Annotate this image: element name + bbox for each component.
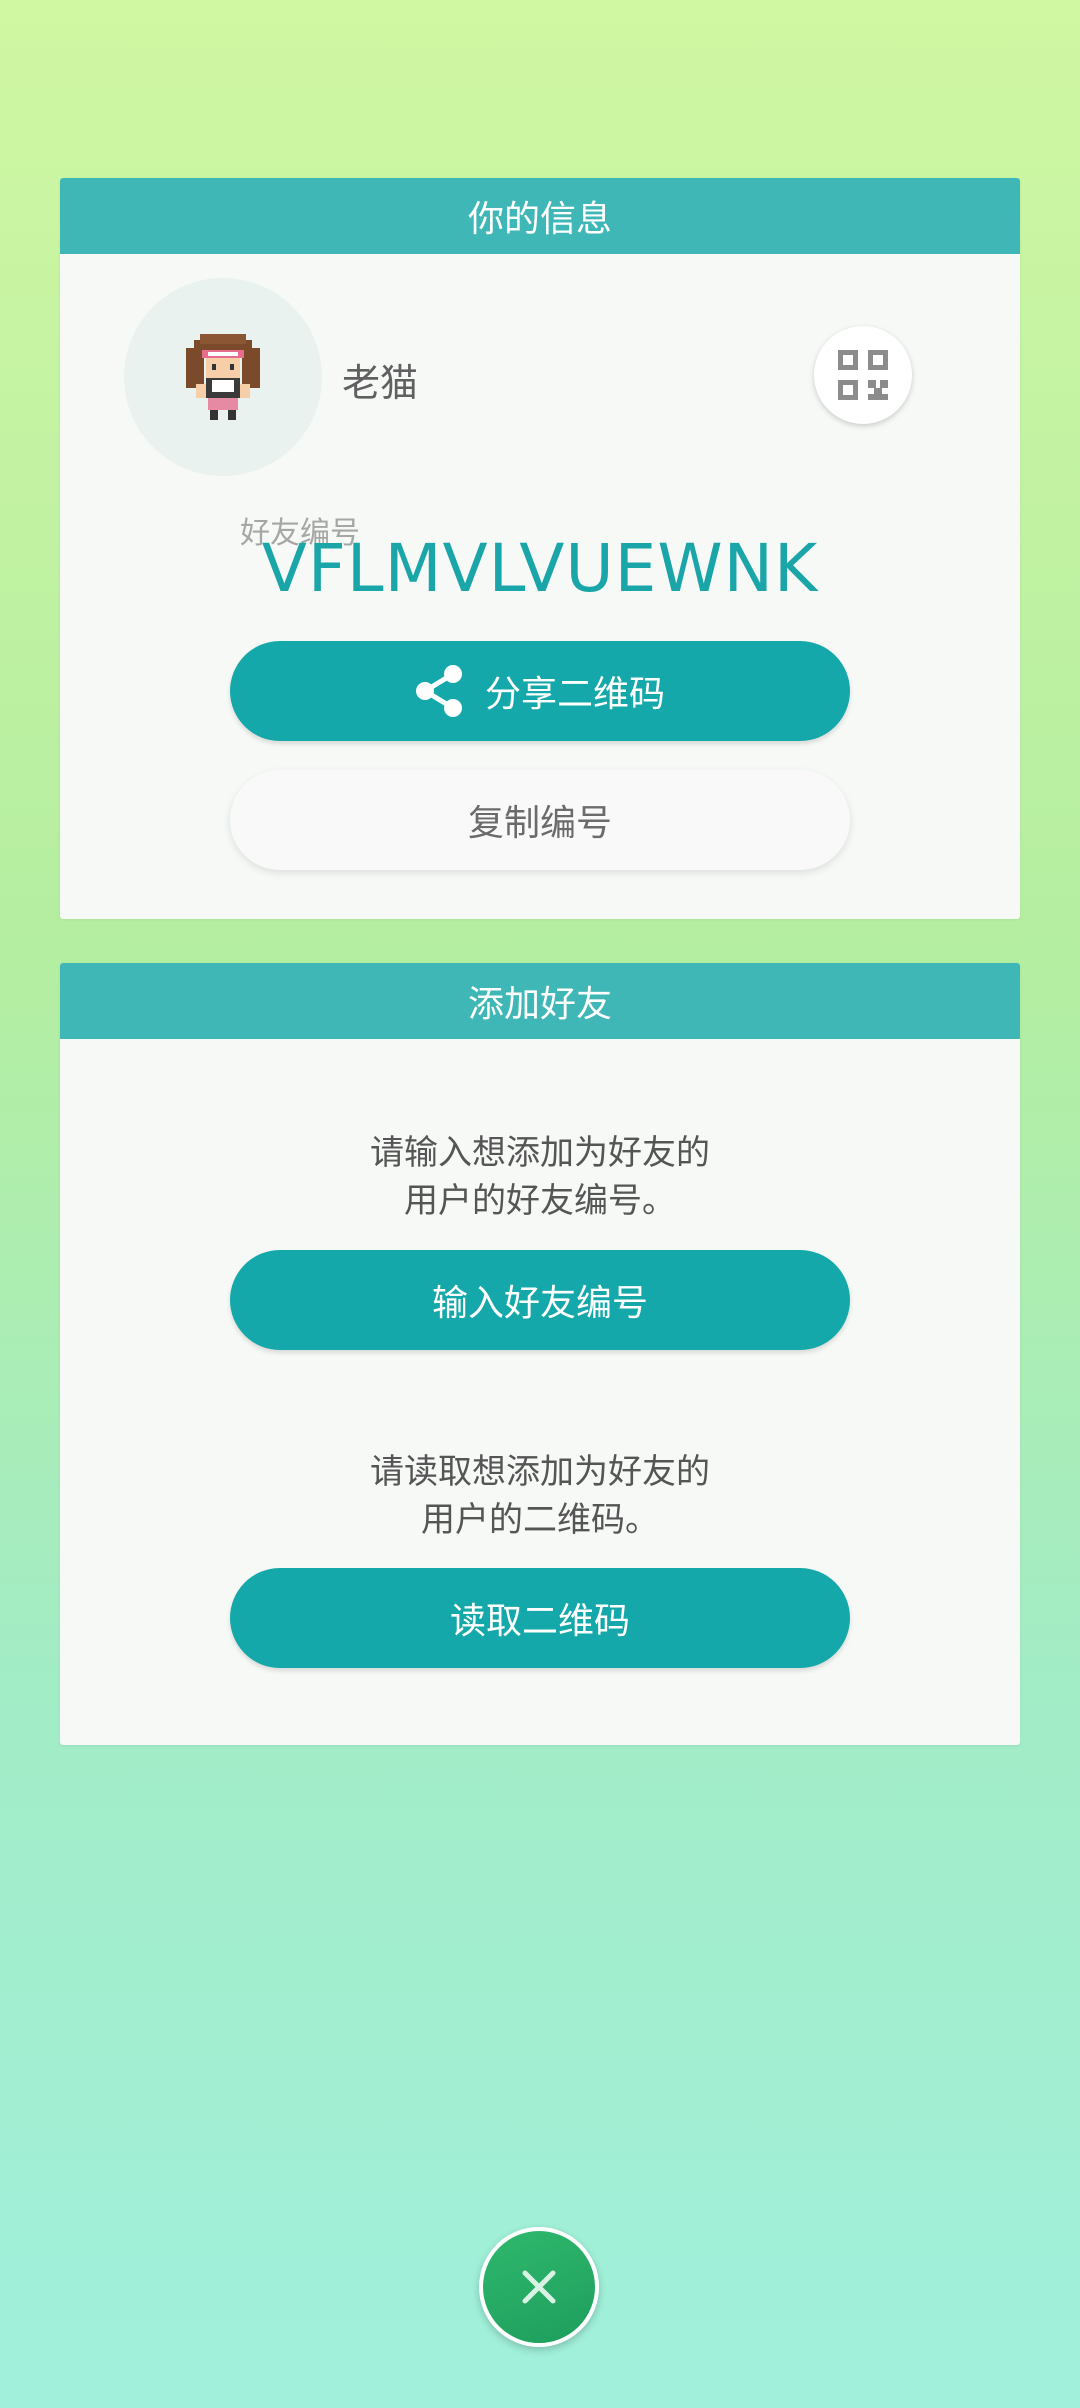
avatar	[124, 278, 322, 476]
share-icon	[415, 664, 463, 718]
add-friend-card: 添加好友 请输入想添加为好友的 用户的好友编号。 输入好友编号 请读取想添加为好…	[60, 963, 1020, 1745]
scan-qr-instruction: 请读取想添加为好友的 用户的二维码。	[60, 1448, 1020, 1544]
enter-code-instruction-line2: 用户的好友编号。	[404, 1181, 676, 1221]
profile-card: 你的信息 老猫 好友编号 VFLMVLVUEWNK 分享二维码 复制编号	[60, 178, 1020, 919]
close-button[interactable]	[479, 2227, 599, 2347]
scan-qr-instruction-line2: 用户的二维码。	[421, 1500, 659, 1540]
close-icon	[522, 2270, 556, 2304]
scan-qr-label: 读取二维码	[449, 1601, 630, 1642]
enter-friend-code-label: 输入好友编号	[431, 1283, 648, 1324]
profile-card-header: 你的信息	[60, 178, 1020, 254]
copy-code-button[interactable]: 复制编号	[230, 770, 850, 870]
friend-code-value: VFLMVLVUEWNK	[261, 530, 819, 607]
copy-code-label: 复制编号	[467, 803, 612, 844]
qr-code-button[interactable]	[814, 326, 912, 424]
trainer-avatar-icon	[186, 334, 260, 420]
share-qr-label: 分享二维码	[484, 674, 665, 715]
enter-code-instruction-line1: 请输入想添加为好友的	[370, 1133, 710, 1173]
scan-qr-button[interactable]: 读取二维码	[230, 1568, 850, 1668]
qr-code-icon	[838, 350, 888, 400]
share-qr-button[interactable]: 分享二维码	[230, 641, 850, 741]
enter-code-instruction: 请输入想添加为好友的 用户的好友编号。	[60, 1129, 1020, 1225]
profile-card-title: 你的信息	[467, 199, 612, 240]
add-friend-card-header: 添加好友	[60, 963, 1020, 1039]
enter-friend-code-button[interactable]: 输入好友编号	[230, 1250, 850, 1350]
add-friend-card-title: 添加好友	[467, 984, 612, 1025]
scan-qr-instruction-line1: 请读取想添加为好友的	[370, 1452, 710, 1492]
username: 老猫	[342, 361, 419, 405]
